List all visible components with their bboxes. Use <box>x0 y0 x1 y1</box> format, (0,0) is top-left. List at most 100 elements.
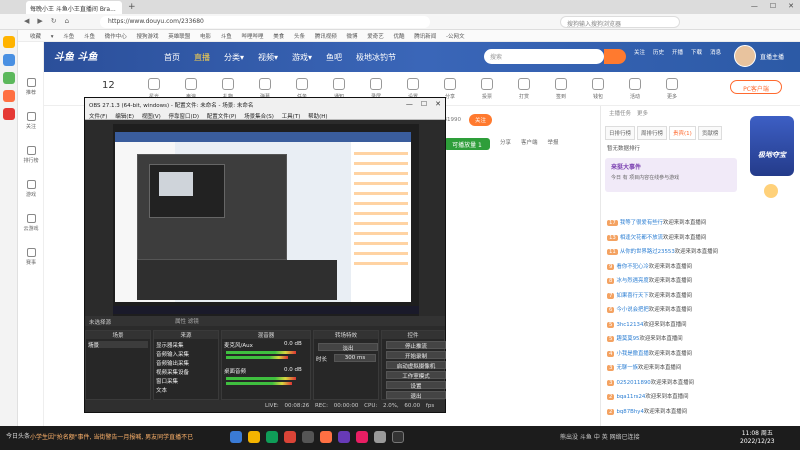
chat-username[interactable]: 冰与烈遇亮度 <box>616 278 648 284</box>
chat-username[interactable]: 无聊一族 <box>616 365 638 371</box>
source-tabs[interactable]: 属性 滤镜 <box>175 317 199 325</box>
refresh-icon[interactable]: ↻ <box>51 17 57 25</box>
chat-username[interactable]: 趣莫莫95 <box>616 336 639 342</box>
obs-menu-bar[interactable]: 文件(F) 编辑(E) 视图(V) 停靠窗口(D) 配置文件(P) 场景集合(S… <box>85 110 445 120</box>
scene-item[interactable]: 场景 <box>88 341 99 349</box>
news-widget[interactable]: 今日头条 <box>6 431 30 440</box>
app-icon[interactable] <box>266 431 278 443</box>
source-item[interactable]: 视频采集设备 <box>156 368 189 376</box>
username[interactable]: 直播主播 <box>760 52 784 61</box>
siderail-item[interactable]: 游戏 <box>20 180 42 198</box>
tool-item[interactable]: 投票 <box>469 78 505 100</box>
app-icon[interactable] <box>284 431 296 443</box>
system-tray[interactable]: 熊出没 斗鱼 中 英 网络已连接 <box>560 432 640 441</box>
tool-item[interactable]: 活动 <box>617 78 653 100</box>
bookmarks-bar[interactable]: 收藏 ▾ 斗鱼 斗鱼 微作中心 搜狗游戏 英雄联盟 电影 斗鱼 哔哩哔哩 美食 … <box>0 30 800 42</box>
siderail-item[interactable]: 赛事 <box>20 248 42 266</box>
tab-contrib[interactable]: 贡献榜 <box>697 126 723 140</box>
chat-username[interactable]: 今小说会把把 <box>616 307 648 313</box>
chat-username[interactable]: 0252011890 <box>616 380 650 386</box>
chat-username[interactable]: bqa11rs24 <box>616 394 645 400</box>
tool-item[interactable]: 打赏 <box>506 78 542 100</box>
control-button[interactable]: 启动虚拟摄像机 <box>386 361 446 370</box>
chat-username[interactable]: 相逢欠花都不放流 <box>620 235 663 241</box>
news-ticker[interactable]: 小学生因"抢名额"事件, 当街警告一月报喊, 男友同学直播不已 <box>30 432 193 441</box>
user-menu-item[interactable]: 消息 <box>710 48 721 56</box>
obs-app-icon[interactable] <box>392 431 404 443</box>
siderail-item[interactable]: 关注 <box>20 112 42 130</box>
chat-username[interactable]: 3hc12134 <box>616 322 643 328</box>
minimize-icon[interactable]: — <box>406 100 413 108</box>
event-card[interactable]: 来挺大事件 今日 有 项目内容在线参与游戏 <box>605 158 737 192</box>
maximize-icon[interactable]: ☐ <box>421 100 427 108</box>
client-link[interactable]: 客户端 <box>521 138 538 146</box>
control-button[interactable]: 工作室模式 <box>386 371 446 380</box>
tab-weekly-rank[interactable]: 周排行榜 <box>637 126 668 140</box>
control-button[interactable]: 开始录制 <box>386 351 446 360</box>
app-icon[interactable] <box>374 431 386 443</box>
clock[interactable]: 11:08 周五 2022/12/23 <box>740 430 775 446</box>
back-icon[interactable]: ◀ <box>24 17 29 25</box>
control-button[interactable]: 退出 <box>386 391 446 400</box>
source-item[interactable]: 音频输出采集 <box>156 359 189 367</box>
nav-item[interactable]: 首页 <box>164 52 180 63</box>
chat-username[interactable]: 我等了很爱有些行 <box>620 220 663 226</box>
browser-tab[interactable]: 每晚小王 斗鱼小王直播间 Bra... <box>26 1 122 14</box>
pc-client-button[interactable]: PC客户端 <box>730 80 782 94</box>
close-icon[interactable]: ✕ <box>435 100 441 108</box>
nav-item[interactable]: 视频▾ <box>258 52 278 63</box>
dock-app-icon[interactable] <box>3 36 15 48</box>
dock-app-icon[interactable] <box>3 54 15 66</box>
report-link[interactable]: 举报 <box>548 138 559 146</box>
control-button[interactable]: 停止推流 <box>386 341 446 350</box>
douyu-logo[interactable]: 斗鱼 斗鱼 <box>54 48 97 63</box>
nav-item-active[interactable]: 直播 <box>194 52 210 63</box>
ad-banner[interactable] <box>750 116 794 176</box>
user-menu-item[interactable]: 下载 <box>691 48 702 56</box>
tab-daily-rank[interactable]: 日排行榜 <box>605 126 636 140</box>
chat-username[interactable]: 如果喜行天下 <box>616 293 648 299</box>
app-icon[interactable] <box>248 431 260 443</box>
app-icon[interactable] <box>302 431 314 443</box>
app-icon[interactable] <box>320 431 332 443</box>
avatar[interactable] <box>734 45 756 67</box>
tool-item[interactable]: 签到 <box>543 78 579 100</box>
url-field[interactable]: https://www.douyu.com/233680 <box>100 16 430 28</box>
tool-item[interactable]: 更多 <box>654 78 690 100</box>
home-icon[interactable]: ⌂ <box>65 17 69 25</box>
dock-app-icon[interactable] <box>3 90 15 102</box>
nav-item[interactable]: 鱼吧 <box>326 52 342 63</box>
user-menu-item[interactable]: 关注 <box>634 48 645 56</box>
nav-item[interactable]: 游戏▾ <box>292 52 312 63</box>
siderail-item[interactable]: 云游戏 <box>20 214 42 232</box>
app-icon[interactable] <box>338 431 350 443</box>
duration-input[interactable]: 300 ms <box>334 354 376 362</box>
siderail-item[interactable]: 推荐 <box>20 78 42 96</box>
close-icon[interactable]: ✕ <box>788 2 794 10</box>
app-icon[interactable] <box>356 431 368 443</box>
source-item[interactable]: 显示器采集 <box>156 341 184 349</box>
follow-button[interactable]: 关注 <box>469 114 493 126</box>
source-item[interactable]: 音频输入采集 <box>156 350 189 358</box>
user-menu-item[interactable]: 开播 <box>672 48 683 56</box>
maximize-icon[interactable]: ☐ <box>770 2 776 10</box>
chat-username[interactable]: bq87Bhy4 <box>616 409 643 415</box>
share-link[interactable]: 分享 <box>500 138 511 146</box>
minimize-icon[interactable]: — <box>751 2 758 10</box>
tab-vip[interactable]: 贵宾(1) <box>669 126 696 140</box>
dock-app-icon[interactable] <box>3 72 15 84</box>
chat-username[interactable]: 小我是撒直播 <box>616 351 648 357</box>
control-button[interactable]: 设置 <box>386 381 446 390</box>
user-menu-item[interactable]: 历史 <box>653 48 664 56</box>
browser-search-field[interactable]: 搜狗输入搜狗浏览器 <box>560 16 680 28</box>
chat-username[interactable]: 看你不犯心冷 <box>616 264 648 270</box>
nav-item[interactable]: 分类▾ <box>224 52 244 63</box>
chat-top-link[interactable]: 主播任务 <box>609 109 631 119</box>
douyu-search-input[interactable]: 搜索 <box>484 49 604 64</box>
dock-app-icon[interactable] <box>3 108 15 120</box>
gift-icon[interactable] <box>764 184 778 198</box>
chat-username[interactable]: 从你的世界路过23553 <box>620 249 675 255</box>
search-icon[interactable] <box>604 49 626 64</box>
forward-icon[interactable]: ▶ <box>37 17 42 25</box>
new-tab-icon[interactable]: + <box>128 2 136 12</box>
